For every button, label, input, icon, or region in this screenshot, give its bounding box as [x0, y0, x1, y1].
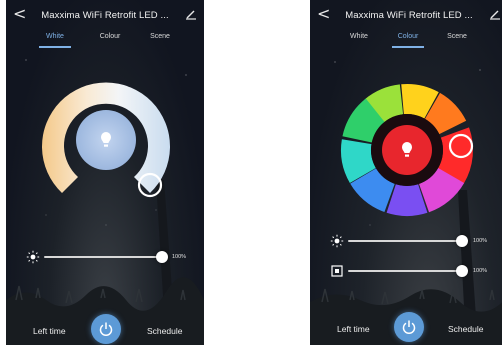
brightness-track[interactable] [348, 240, 464, 242]
brightness-track[interactable] [44, 256, 160, 258]
white-temperature-wheel[interactable] [33, 80, 179, 208]
tab-scene[interactable]: Scene [150, 33, 170, 40]
left-time-button[interactable]: Left time [337, 324, 370, 334]
active-tab-indicator [392, 46, 424, 48]
saturation-track[interactable] [348, 270, 464, 272]
tab-colour[interactable]: Colour [100, 33, 121, 40]
brightness-value: 100% [172, 254, 187, 260]
tab-white[interactable]: White [350, 33, 368, 40]
colour-mode-screen: < Maxxima WiFi Retrofit LED ... White Co… [310, 0, 502, 345]
left-time-button[interactable]: Left time [33, 326, 66, 336]
saturation-value: 100% [473, 268, 488, 274]
schedule-button[interactable]: Schedule [147, 326, 182, 336]
power-icon [402, 320, 416, 334]
mode-tabs: White Colour Scene [310, 33, 502, 49]
mode-tabs: White Colour Scene [6, 33, 204, 49]
brightness-slider[interactable]: 100% [6, 250, 204, 264]
power-button[interactable] [91, 314, 121, 344]
sun-icon [26, 250, 40, 264]
tab-scene[interactable]: Scene [447, 33, 467, 40]
device-title: Maxxima WiFi Retrofit LED ... [41, 10, 169, 21]
brightness-thumb[interactable] [156, 251, 168, 263]
saturation-slider[interactable]: 100% [310, 264, 502, 278]
tab-colour[interactable]: Colour [398, 33, 419, 40]
device-title: Maxxima WiFi Retrofit LED ... [345, 10, 473, 21]
colour-wheel[interactable] [337, 80, 477, 220]
tab-white[interactable]: White [46, 33, 64, 40]
header: < Maxxima WiFi Retrofit LED ... [310, 0, 502, 30]
pencil-icon[interactable] [489, 8, 501, 20]
brightness-value: 100% [473, 238, 488, 244]
saturation-icon [331, 265, 343, 277]
power-button[interactable] [394, 312, 424, 342]
brightness-slider[interactable]: 100% [310, 234, 502, 248]
sun-icon [330, 234, 344, 248]
header: < Maxxima WiFi Retrofit LED ... [6, 0, 204, 30]
active-tab-indicator [39, 46, 71, 48]
schedule-button[interactable]: Schedule [448, 324, 483, 334]
pencil-icon[interactable] [185, 8, 197, 20]
saturation-thumb[interactable] [456, 265, 468, 277]
brightness-thumb[interactable] [456, 235, 468, 247]
power-icon [99, 322, 113, 336]
white-mode-screen: < Maxxima WiFi Retrofit LED ... White Co… [6, 0, 204, 345]
